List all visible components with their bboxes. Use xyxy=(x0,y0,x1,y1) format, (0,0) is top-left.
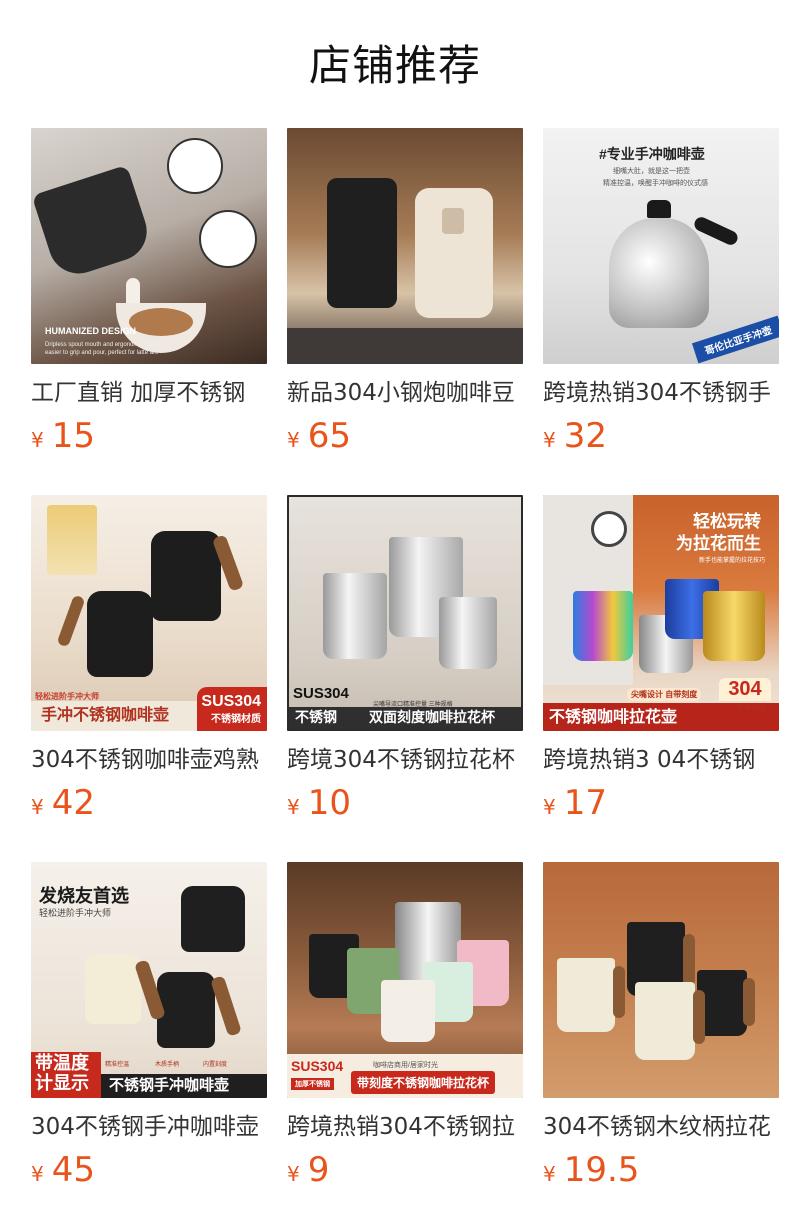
product-image[interactable] xyxy=(543,862,779,1098)
product-name[interactable]: 跨境热销304不锈钢手 xyxy=(543,378,779,408)
product-price: ¥19.5 xyxy=(543,1152,779,1188)
thumb-text: SUS304 xyxy=(293,685,349,702)
thumb-text: easier to grip and pour, perfect for lat… xyxy=(45,350,159,356)
price-value: 45 xyxy=(51,1150,95,1190)
price-value: 9 xyxy=(307,1150,330,1190)
thumb-text: 手冲不锈钢咖啡壶 xyxy=(41,707,170,724)
product-name[interactable]: 新品304小钢炮咖啡豆 xyxy=(287,378,523,408)
thumb-text: 为拉花而生 xyxy=(676,534,761,553)
currency-symbol: ¥ xyxy=(31,1162,44,1186)
thumb-text: 双面刻度咖啡拉花杯 xyxy=(369,709,495,725)
product-price: ¥65 xyxy=(287,418,523,454)
product-image[interactable] xyxy=(287,128,523,364)
product-card[interactable]: SUS304 尖嘴导流口精准控量 三种规格 不锈钢 双面刻度咖啡拉花杯 跨境30… xyxy=(287,495,523,821)
product-card[interactable]: 轻松玩转 为拉花而生 新手也能掌握的拉花技巧 尖嘴设计 自带刻度 304 不锈钢… xyxy=(543,495,779,821)
thumb-text: 不锈钢 xyxy=(295,709,337,725)
product-card[interactable]: SUS304 加厚不锈钢 咖啡店商用/居家时光 带刻度不锈钢咖啡拉花杯 跨境热销… xyxy=(287,862,523,1188)
thumb-text: 不锈钢材质 xyxy=(211,714,261,725)
currency-symbol: ¥ xyxy=(287,1162,300,1186)
page-title: 店铺推荐 xyxy=(308,41,481,90)
product-price: ¥45 xyxy=(31,1152,267,1188)
product-card[interactable]: #专业手冲咖啡壶 细嘴大肚，就是这一把壶 精准控温，唤醒手冲咖啡的仪式感 哥伦比… xyxy=(543,128,779,454)
currency-symbol: ¥ xyxy=(543,1162,556,1186)
product-price: ¥32 xyxy=(543,418,779,454)
product-name[interactable]: 跨境304不锈钢拉花杯 xyxy=(287,745,523,775)
currency-symbol: ¥ xyxy=(543,795,556,819)
currency-symbol: ¥ xyxy=(31,428,44,452)
thumb-text: 发烧友首选 xyxy=(39,886,129,906)
thumb-text: SUS304 xyxy=(291,1058,344,1074)
thumb-text: 木质手柄 xyxy=(155,1062,180,1068)
price-value: 19.5 xyxy=(563,1150,640,1190)
thumb-text: 不锈钢手冲咖啡壶 xyxy=(109,1077,230,1094)
product-card[interactable]: HUMANIZED DESIGN Dripless spout mouth an… xyxy=(31,128,267,454)
price-value: 42 xyxy=(51,783,95,823)
currency-symbol: ¥ xyxy=(287,795,300,819)
thumb-text: 细嘴大肚，就是这一把壶 xyxy=(613,168,690,175)
price-value: 17 xyxy=(563,783,607,823)
product-image[interactable]: 轻松玩转 为拉花而生 新手也能掌握的拉花技巧 尖嘴设计 自带刻度 304 不锈钢… xyxy=(543,495,779,731)
product-card[interactable]: 新品304小钢炮咖啡豆 ¥65 xyxy=(287,128,523,454)
product-image[interactable]: SUS304 尖嘴导流口精准控量 三种规格 不锈钢 双面刻度咖啡拉花杯 xyxy=(287,495,523,731)
thumb-text: 计显示 xyxy=(35,1073,89,1093)
product-name[interactable]: 304不锈钢咖啡壶鸡熟 xyxy=(31,745,267,775)
product-price: ¥15 xyxy=(31,418,267,454)
thumb-text: HUMANIZED DESIGN xyxy=(45,326,137,336)
thumb-text: SUS304 xyxy=(201,693,261,710)
thumb-text: Dripless spout mouth and ergonomic handl… xyxy=(45,342,163,348)
thumb-text: 新手也能掌握的拉花技巧 xyxy=(698,558,765,564)
thumb-text: 咖啡店商用/居家时光 xyxy=(373,1062,438,1069)
price-value: 65 xyxy=(307,416,351,456)
product-name[interactable]: 工厂直销 加厚不锈钢 xyxy=(31,378,267,408)
product-price: ¥17 xyxy=(543,785,779,821)
thumb-text: 精准控温 xyxy=(105,1062,130,1068)
currency-symbol: ¥ xyxy=(543,428,556,452)
product-name[interactable]: 跨境热销304不锈钢拉 xyxy=(287,1112,523,1142)
currency-symbol: ¥ xyxy=(31,795,44,819)
thumb-text: 内置刻度 xyxy=(203,1062,228,1068)
thumb-text: 轻松进阶手冲大师 xyxy=(39,908,112,918)
thumb-text: 加厚不锈钢 xyxy=(291,1078,334,1090)
thumb-text: 304 xyxy=(719,678,771,701)
currency-symbol: ¥ xyxy=(287,428,300,452)
thumb-text: 不锈钢咖啡拉花壶 xyxy=(549,709,678,726)
price-value: 10 xyxy=(307,783,351,823)
thumb-text: 带刻度不锈钢咖啡拉花杯 xyxy=(351,1071,496,1094)
thumb-text: #专业手冲咖啡壶 xyxy=(599,146,705,162)
product-name[interactable]: 跨境热销3 04不锈钢 xyxy=(543,745,779,775)
product-image[interactable]: HUMANIZED DESIGN Dripless spout mouth an… xyxy=(31,128,267,364)
product-image[interactable]: #专业手冲咖啡壶 细嘴大肚，就是这一把壶 精准控温，唤醒手冲咖啡的仪式感 哥伦比… xyxy=(543,128,779,364)
product-image[interactable]: 发烧友首选 轻松进阶手冲大师 带温度 计显示 精准控温 木质手柄 内置刻度 不锈… xyxy=(31,862,267,1098)
product-image[interactable]: 轻松进阶手冲大师 手冲不锈钢咖啡壶 SUS304 不锈钢材质 xyxy=(31,495,267,731)
product-price: ¥42 xyxy=(31,785,267,821)
thumb-text: 不锈钢材 xyxy=(737,705,765,712)
product-card[interactable]: 304不锈钢木纹柄拉花 ¥19.5 xyxy=(543,862,779,1188)
product-price: ¥9 xyxy=(287,1152,523,1188)
product-card[interactable]: 轻松进阶手冲大师 手冲不锈钢咖啡壶 SUS304 不锈钢材质 304不锈钢咖啡壶… xyxy=(31,495,267,821)
product-card[interactable]: 发烧友首选 轻松进阶手冲大师 带温度 计显示 精准控温 木质手柄 内置刻度 不锈… xyxy=(31,862,267,1188)
product-price: ¥10 xyxy=(287,785,523,821)
price-value: 32 xyxy=(563,416,607,456)
thumb-text: 尖嘴设计 自带刻度 xyxy=(627,688,702,701)
thumb-badge: 哥伦比亚手冲壶 xyxy=(691,315,779,364)
product-image[interactable]: SUS304 加厚不锈钢 咖啡店商用/居家时光 带刻度不锈钢咖啡拉花杯 xyxy=(287,862,523,1098)
thumb-text: 精准控温，唤醒手冲咖啡的仪式感 xyxy=(603,180,708,187)
price-value: 15 xyxy=(51,416,95,456)
product-name[interactable]: 304不锈钢手冲咖啡壶 xyxy=(31,1112,267,1142)
product-name[interactable]: 304不锈钢木纹柄拉花 xyxy=(543,1112,779,1142)
